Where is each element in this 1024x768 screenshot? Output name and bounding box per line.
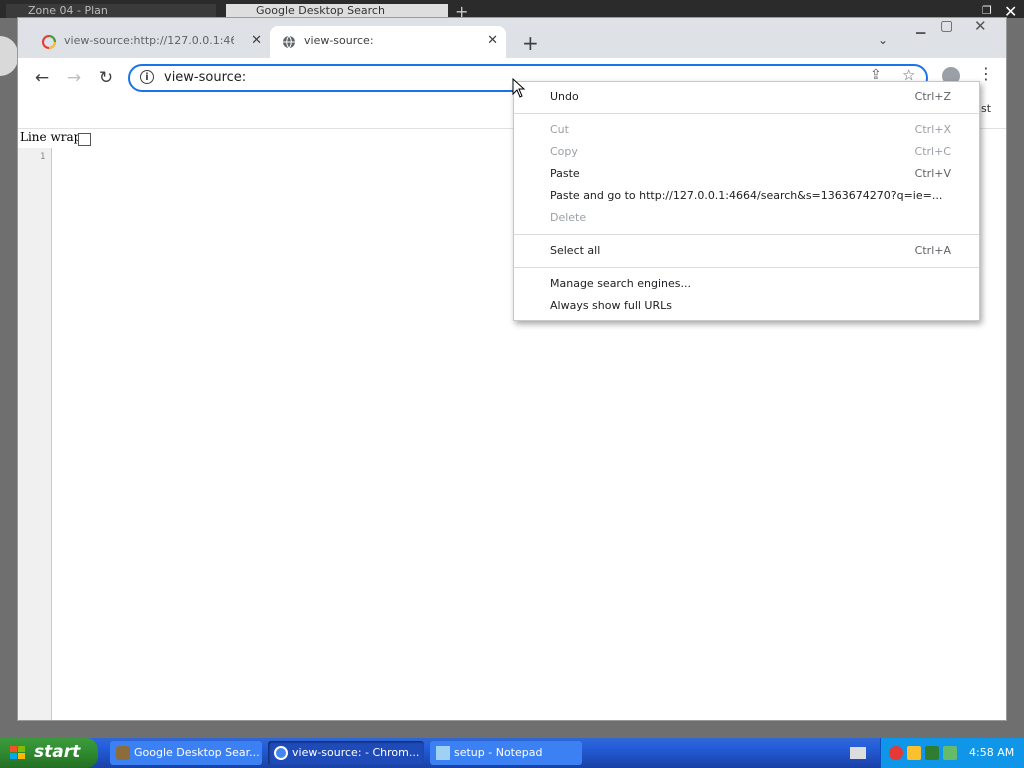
clock: 4:58 AM bbox=[969, 746, 1015, 759]
menu-item-paste[interactable]: Paste Ctrl+V bbox=[514, 163, 979, 185]
taskbar-item-label: Google Desktop Sear... bbox=[134, 746, 260, 759]
menu-item-label: Delete bbox=[550, 211, 587, 224]
menu-separator bbox=[514, 234, 979, 235]
menu-item-shortcut: Ctrl+C bbox=[914, 145, 951, 158]
background-tab-1[interactable]: Zone 04 - Plan bbox=[6, 4, 216, 18]
menu-item-label: Undo bbox=[550, 90, 579, 103]
menu-item-shortcut: Ctrl+X bbox=[914, 123, 951, 136]
taskbar-item-label: view-source: - Chrom... bbox=[292, 746, 420, 759]
notepad-icon bbox=[436, 746, 450, 760]
mouse-cursor-icon bbox=[512, 78, 526, 98]
forward-arrow-icon[interactable]: → bbox=[62, 66, 86, 90]
menu-item-label: Paste and go to http://127.0.0.1:4664/se… bbox=[550, 189, 943, 202]
menu-item-copy[interactable]: Copy Ctrl+C bbox=[514, 141, 979, 163]
google-desktop-tray-icon[interactable] bbox=[889, 746, 903, 760]
maximize-icon[interactable]: ▢ bbox=[940, 18, 953, 34]
tab-strip: view-source:http://127.0.0.1:4664/s ✕ vi… bbox=[18, 17, 1006, 58]
line-number: 1 bbox=[40, 152, 46, 162]
background-window-edge bbox=[0, 36, 18, 76]
network-icon[interactable] bbox=[925, 746, 939, 760]
menu-separator bbox=[514, 113, 979, 114]
tab-search-chevron-icon[interactable]: ⌄ bbox=[878, 33, 888, 47]
taskbar-item-chrome[interactable]: view-source: - Chrom... bbox=[268, 741, 424, 765]
volume-icon[interactable] bbox=[943, 746, 957, 760]
system-tray: 4:58 AM bbox=[880, 738, 1024, 768]
start-label: start bbox=[34, 742, 81, 762]
menu-item-cut[interactable]: Cut Ctrl+X bbox=[514, 119, 979, 141]
menu-item-paste-and-go-to-http-127-0-0-1[interactable]: Paste and go to http://127.0.0.1:4664/se… bbox=[514, 185, 979, 207]
taskbar-item-label: setup - Notepad bbox=[454, 746, 543, 759]
chrome-menu-icon[interactable]: ⋮ bbox=[978, 64, 994, 83]
tab-close-icon[interactable]: ✕ bbox=[487, 33, 498, 48]
reload-icon[interactable]: ↻ bbox=[94, 66, 118, 90]
start-button[interactable]: start bbox=[0, 738, 98, 768]
chrome-icon bbox=[274, 746, 288, 760]
menu-item-label: Always show full URLs bbox=[550, 299, 672, 312]
tab-view-source-active[interactable]: view-source: ✕ bbox=[270, 26, 506, 58]
address-text[interactable]: view-source: bbox=[164, 70, 246, 85]
taskbar: start Google Desktop Sear... view-source… bbox=[0, 738, 1024, 768]
google-desktop-icon bbox=[116, 746, 130, 760]
menu-item-label: Manage search engines... bbox=[550, 277, 691, 290]
menu-item-shortcut: Ctrl+V bbox=[914, 167, 951, 180]
context-menu: Undo Ctrl+Z Cut Ctrl+X Copy Ctrl+C Paste Ctrl+V… bbox=[513, 81, 980, 321]
menu-item-shortcut: Ctrl+A bbox=[914, 244, 951, 257]
menu-item-label: Select all bbox=[550, 244, 601, 257]
tab-view-source-localhost[interactable]: view-source:http://127.0.0.1:4664/s ✕ bbox=[30, 26, 270, 58]
info-icon[interactable]: i bbox=[140, 70, 154, 84]
tab-title: view-source: bbox=[304, 34, 374, 47]
security-shield-icon[interactable] bbox=[907, 746, 921, 760]
close-window-icon[interactable]: ✕ bbox=[974, 17, 987, 35]
taskbar-item-notepad[interactable]: setup - Notepad bbox=[430, 741, 582, 765]
background-restore-icon[interactable]: ❐ bbox=[982, 4, 992, 17]
menu-item-shortcut: Ctrl+Z bbox=[914, 90, 951, 103]
tab-title: view-source:http://127.0.0.1:4664/s bbox=[64, 34, 234, 47]
tab-close-icon[interactable]: ✕ bbox=[251, 33, 262, 48]
menu-item-label: Paste bbox=[550, 167, 580, 180]
line-wrap-label: Line wrap bbox=[20, 130, 82, 144]
taskbar-item-google-desktop[interactable]: Google Desktop Sear... bbox=[110, 741, 262, 765]
menu-separator bbox=[514, 267, 979, 268]
menu-item-label: Cut bbox=[550, 123, 569, 136]
menu-item-always-show-full-urls[interactable]: Always show full URLs bbox=[514, 295, 979, 317]
keyboard-icon[interactable] bbox=[850, 747, 866, 759]
menu-item-delete[interactable]: Delete bbox=[514, 207, 979, 229]
menu-item-select-all[interactable]: Select all Ctrl+A bbox=[514, 240, 979, 262]
new-tab-icon[interactable]: + bbox=[522, 31, 539, 55]
line-number-gutter bbox=[18, 148, 52, 720]
menu-item-label: Copy bbox=[550, 145, 578, 158]
globe-icon bbox=[283, 35, 295, 49]
google-desktop-icon bbox=[42, 35, 56, 49]
minimize-icon[interactable]: ▁ bbox=[916, 20, 925, 34]
windows-logo-icon bbox=[10, 746, 25, 759]
back-arrow-icon[interactable]: ← bbox=[30, 66, 54, 90]
menu-item-undo[interactable]: Undo Ctrl+Z bbox=[514, 86, 979, 108]
line-wrap-checkbox[interactable] bbox=[78, 133, 91, 146]
menu-item-manage-search-engines[interactable]: Manage search engines... bbox=[514, 273, 979, 295]
background-tab-2[interactable]: Google Desktop Search bbox=[226, 4, 448, 18]
